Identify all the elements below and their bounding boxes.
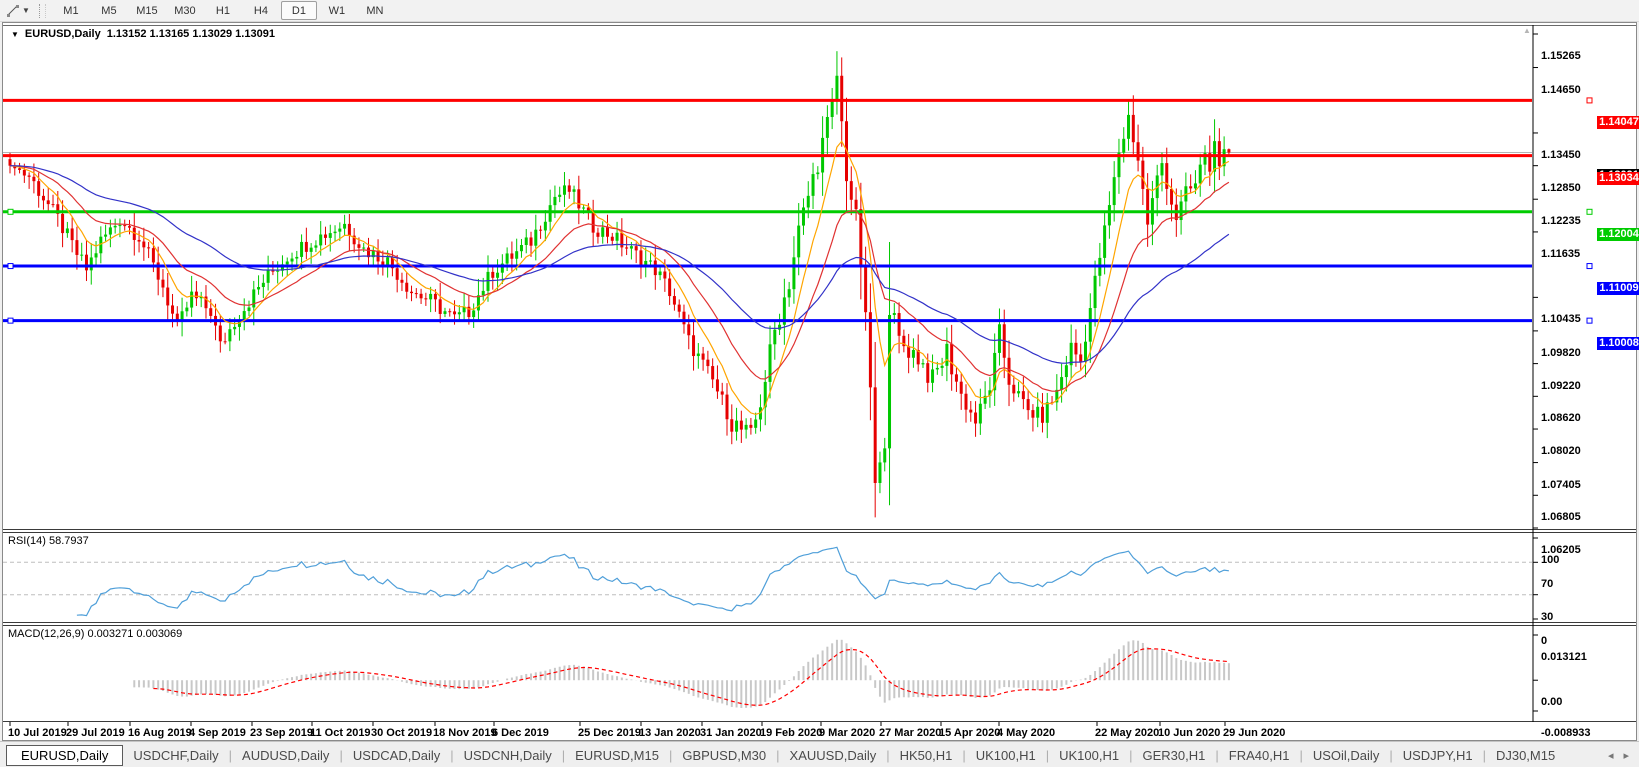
price-tick-label: 1.06805 [1541, 511, 1581, 524]
date-label: 4 Sep 2019 [189, 727, 246, 739]
axis-scroll-up-icon[interactable]: ▲ [1523, 26, 1531, 35]
chart-tab-fra40-h1[interactable]: FRA40,H1 [1219, 748, 1300, 763]
date-label: 27 Mar 2020 [879, 727, 942, 739]
macd-panel [3, 625, 1636, 722]
chart-tabs: EURUSD,Daily USDCHF,Daily | AUDUSD,Daily | US… [0, 744, 1565, 766]
chart-tab-usoil-daily[interactable]: USOil,Daily [1303, 748, 1389, 763]
date-label: 9 Mar 2020 [819, 727, 876, 739]
timeframe-toolbar: ▼ M1 M5 M15 M30 H1 H4 D1 W1 MN [0, 0, 1639, 22]
line-tool-icon[interactable] [4, 3, 22, 19]
timeframe-button-mn[interactable]: MN [357, 1, 393, 20]
date-label: 23 Sep 2019 [250, 727, 313, 739]
date-label: 19 Feb 2020 [760, 727, 823, 739]
ohlc-values: 1.13152 1.13165 1.13029 1.13091 [106, 28, 275, 40]
date-label: 30 Oct 2019 [371, 727, 433, 739]
macd-indicator-label: MACD(12,26,9) 0.003271 0.003069 [8, 628, 183, 640]
date-label: 29 Jun 2020 [1223, 727, 1286, 739]
chart-tab-ger30-h1[interactable]: GER30,H1 [1133, 748, 1216, 763]
timeframe-button-m15[interactable]: M15 [129, 1, 165, 20]
date-label: 6 Dec 2019 [492, 727, 549, 739]
line-price-label: 1.13034 [1597, 171, 1639, 185]
line-price-label: 1.12004 [1597, 227, 1639, 241]
price-tick-label: 1.08020 [1541, 445, 1581, 458]
timeframe-buttons: M1 M5 M15 M30 H1 H4 D1 W1 MN [52, 1, 394, 20]
chart-tab-hk50-h1[interactable]: HK50,H1 [890, 748, 963, 763]
macd-tick-label: 0.00 [1541, 696, 1563, 709]
chart-tab-usdcad-daily[interactable]: USDCAD,Daily [343, 748, 450, 763]
rsi-indicator-label: RSI(14) 58.7937 [8, 535, 89, 547]
chart-window: ▼ EURUSD,Daily 1.13152 1.13165 1.13029 1… [2, 22, 1639, 741]
chart-tab-eurusd-m15[interactable]: EURUSD,M15 [565, 748, 669, 763]
timeframe-button-w1[interactable]: W1 [319, 1, 355, 20]
timeframe-button-h4[interactable]: H4 [243, 1, 279, 20]
date-label: 13 Jan 2020 [639, 727, 701, 739]
price-tick-label: 1.09220 [1541, 379, 1581, 392]
date-label: 29 Jul 2019 [66, 727, 125, 739]
date-label: 10 Jul 2019 [8, 727, 67, 739]
date-label: 25 Dec 2019 [578, 727, 641, 739]
timeframe-button-d1[interactable]: D1 [280, 1, 317, 20]
macd-tick-label: 0.013121 [1541, 651, 1587, 663]
tab-scroll-left-icon[interactable]: ◂ [1608, 749, 1614, 762]
price-tick-label: 1.09820 [1541, 346, 1581, 359]
chart-tab-audusd-daily[interactable]: AUDUSD,Daily [232, 748, 339, 763]
rsi-tick-label: 70 [1541, 578, 1554, 591]
chart-tab-usdchf-daily[interactable]: USDCHF,Daily [123, 748, 228, 763]
price-tick-label: 1.07405 [1541, 478, 1581, 491]
chart-tab-xauusd-daily[interactable]: XAUUSD,Daily [780, 748, 887, 763]
chart-tab-uk100-h1[interactable]: UK100,H1 [966, 748, 1046, 763]
line-tool-dropdown-icon[interactable]: ▼ [22, 6, 30, 15]
chart-tab-gbpusd-m30[interactable]: GBPUSD,M30 [672, 748, 776, 763]
tab-scroll-arrows: ◂ ▸ [1608, 749, 1629, 762]
chart-tab-uk100-h1[interactable]: UK100,H1 [1049, 748, 1129, 763]
mt4-application: ▼ M1 M5 M15 M30 H1 H4 D1 W1 MN ▼ EURUSD,Daily 1.… [0, 0, 1639, 767]
line-price-label: 1.11009 [1597, 282, 1639, 296]
title-dropdown-icon[interactable]: ▼ [11, 30, 19, 39]
line-price-label: 1.10008 [1597, 336, 1639, 350]
rsi-panel [3, 532, 1636, 623]
chart-tab-dj30-m15[interactable]: DJ30,M15 [1486, 748, 1565, 763]
date-label: 22 May 2020 [1095, 727, 1160, 739]
timeframe-button-h1[interactable]: H1 [205, 1, 241, 20]
price-tick-label: 1.12850 [1541, 181, 1581, 194]
price-tick-label: 1.14650 [1541, 83, 1581, 96]
price-tick-label: 1.12235 [1541, 215, 1581, 228]
chart-tab-bar: EURUSD,Daily USDCHF,Daily | AUDUSD,Daily | US… [0, 741, 1639, 767]
price-tick-label: 1.13450 [1541, 148, 1581, 161]
date-label: 10 Jun 2020 [1158, 727, 1221, 739]
rsi-tick-label: 0 [1541, 635, 1548, 647]
price-tick-label: 1.08620 [1541, 412, 1581, 425]
macd-tick-label: -0.008933 [1541, 727, 1591, 739]
chart-tab-usdjpy-h1[interactable]: USDJPY,H1 [1393, 748, 1483, 763]
date-label: 11 Oct 2019 [310, 727, 371, 739]
date-label: 4 May 2020 [997, 727, 1056, 739]
chart-tab-usdcnh-daily[interactable]: USDCNH,Daily [454, 748, 562, 763]
chart-title: ▼ EURUSD,Daily 1.13152 1.13165 1.13029 1… [11, 28, 275, 40]
tab-scroll-right-icon[interactable]: ▸ [1623, 749, 1629, 762]
timeframe-button-m5[interactable]: M5 [91, 1, 127, 20]
price-tick-label: 1.10435 [1541, 313, 1581, 326]
timeframe-button-m30[interactable]: M30 [167, 1, 203, 20]
price-tick-label: 1.15265 [1541, 50, 1581, 62]
rsi-tick-label: 100 [1541, 554, 1560, 566]
date-label: 18 Nov 2019 [433, 727, 497, 739]
symbol-period-label: EURUSD,Daily [24, 28, 101, 40]
price-panel [3, 25, 1636, 530]
timeframe-button-m1[interactable]: M1 [53, 1, 89, 20]
toolbar-grip[interactable] [38, 3, 46, 18]
line-price-label: 1.14047 [1597, 116, 1639, 130]
date-label: 16 Aug 2019 [128, 727, 192, 739]
date-label: 31 Jan 2020 [700, 727, 762, 739]
price-tick-label: 1.11635 [1541, 247, 1581, 260]
date-label: 15 Apr 2020 [939, 727, 1001, 739]
rsi-tick-label: 30 [1541, 610, 1554, 623]
chart-tab-eurusd-daily[interactable]: EURUSD,Daily [6, 744, 124, 766]
